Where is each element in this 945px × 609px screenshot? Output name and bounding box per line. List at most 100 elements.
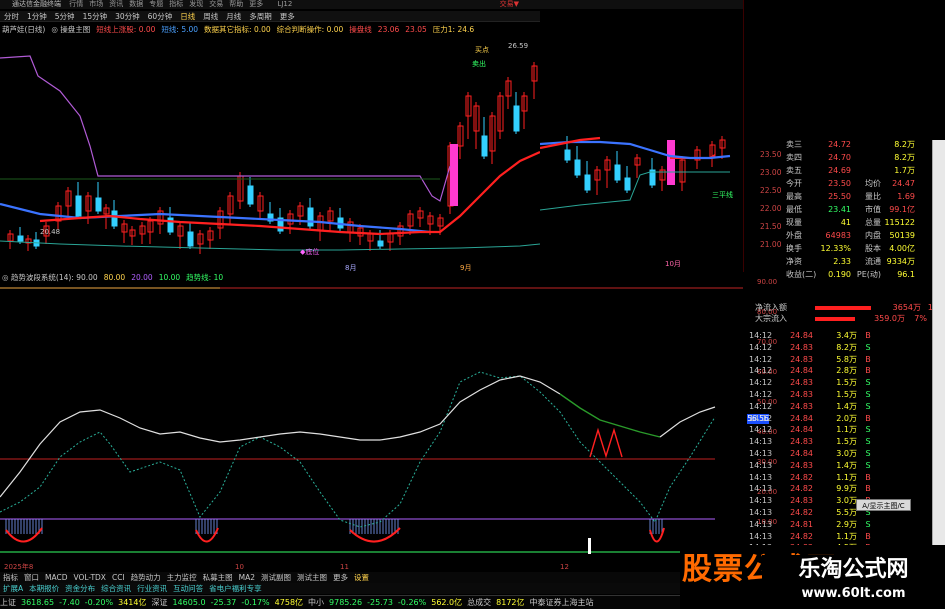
quote-label: 今开 [786,179,802,188]
candle-25 [247,185,254,205]
menu-item-8[interactable]: 帮助 [229,0,243,8]
info-tab-0[interactable]: 扩展A [0,584,26,593]
info-tab-3[interactable]: 综合资讯 [98,584,134,593]
app-title: 通达信金融终端 [12,0,61,8]
menu-item-6[interactable]: 发现 [189,0,203,8]
flow-row-1: 大宗流入 359.0万 7% [755,313,945,324]
candle-31 [307,207,314,227]
tick-time: 14:13 [749,484,773,494]
sub-axis-0: 90.00 [757,278,778,286]
quote-value-2: 1.69 [897,192,915,201]
menu-item-9[interactable]: 更多 [249,0,263,8]
quote-value: 24.69 [828,166,851,175]
quote-value-2: 1.7万 [894,166,915,175]
tick-price: 24.84 [790,413,813,423]
indicator-tab-8[interactable]: MA2 [236,573,258,582]
market-status-bar: 上证 3618.65 -7.40 -0.20% 3414亿 深证 14605.0 -25.37… [0,595,680,609]
tick-volume: 1.5万 [836,378,857,388]
quote-row-9: 净资 2.33 流通 9334万 [750,255,945,268]
menu-item-4[interactable]: 专题 [149,0,163,8]
toggle-main-chart-button[interactable]: A/显示主图/C [856,499,911,511]
tick-volume: 5.8万 [836,354,857,364]
flow-extra: 7% [914,314,927,323]
info-tab-5[interactable]: 互动问答 [170,584,206,593]
info-tab-6[interactable]: 省电户福利专享 [206,584,265,593]
info-tab-1[interactable]: 本期报价 [26,584,62,593]
tick-price: 24.83 [790,354,813,364]
indicator-tab-2[interactable]: MACD [42,573,70,582]
quote-row-3: 今开 23.50 均价 24.47 [750,177,945,190]
period-tab-8[interactable]: 月线 [222,11,245,21]
chart-continuation[interactable]: 三平线 10月 [540,130,740,272]
quote-label: 卖五 [786,166,802,175]
tick-time: 14:12 [749,389,773,399]
axis-date-aug: 8月 [345,264,356,272]
quote-label-2: 均价 [865,179,881,188]
period-tab-2[interactable]: 5分钟 [51,11,79,21]
tick-row-11: 14:13 24.83 1.4万 S [743,460,945,472]
status-item-3: -0.20% [84,598,114,607]
indicator-tab-12[interactable]: 设置 [351,573,372,582]
tick-side: S [865,425,871,435]
period-tab-1[interactable]: 1分钟 [23,11,51,21]
period-tab-4[interactable]: 30分钟 [111,11,144,21]
tick-price: 24.83 [790,389,813,399]
indicator-tab-6[interactable]: 主力监控 [164,573,200,582]
candle-9 [95,197,102,212]
tick-row-7: 14:12 24.84 2.0万 B [743,413,945,425]
period-tab-6[interactable]: 日线 [176,11,199,21]
oscillator-main-line-end [659,406,716,438]
vertical-scrollbar[interactable] [932,140,945,545]
period-tab-7[interactable]: 周线 [199,11,222,21]
menu-item-0[interactable]: 行情 [69,0,83,8]
menu-item-7[interactable]: 交易 [209,0,223,8]
quote-value-2: 24.47 [892,179,915,188]
blue-trend-line [0,202,431,234]
pink-signal-bar [450,144,458,206]
quote-value: 0.190 [828,270,851,279]
period-tab-0[interactable]: 分时 [0,11,23,21]
indicator-tab-0[interactable]: 指标 [0,573,21,582]
tick-row-17: 14:13 24.82 1.1万 B [743,531,945,543]
period-tab-9[interactable]: 多周期 [245,11,276,21]
quote-label: 外盘 [786,231,802,240]
indicator-tab-5[interactable]: 趋势动力 [128,573,164,582]
indicator-tab-7[interactable]: 私募主图 [200,573,236,582]
quote-value-2: 8.2万 [894,153,915,162]
period-tab-5[interactable]: 60分钟 [144,11,177,21]
candlestick-chart[interactable]: 20.48 26.59 ◆底位 买点 卖出 8月 9月 [0,36,540,272]
menu-item-1[interactable]: 市场 [89,0,103,8]
indicator-tab-9[interactable]: 测试副图 [258,573,294,582]
menu-item-5[interactable]: 指标 [169,0,183,8]
info-tab-2[interactable]: 资金分布 [62,584,98,593]
status-item-4: 3414亿 [118,598,147,607]
indicator-tab-10[interactable]: 测试主图 [294,573,330,582]
tick-time: 14:13 [749,507,773,517]
quote-label: 卖三 [786,140,802,149]
quote-value-2: 9334万 [886,257,915,266]
quote-value-2: 96.1 [897,270,915,279]
info-tab-4[interactable]: 行业资讯 [134,584,170,593]
indicator-tab-4[interactable]: CCI [109,573,128,582]
tick-volume: 3.0万 [836,496,857,506]
status-item-17: 中泰证券上海主站 [529,598,594,607]
indicator-tab-11[interactable]: 更多 [330,573,351,582]
tick-volume: 2.0万 [836,413,857,423]
main-indicator-legend: 葫芦娃(日线) ◎ 操盘主图 短线上涨股: 0.00 短线: 5.00 数据其它指标: … [2,24,480,36]
white-marker [588,538,591,554]
period-tab-10[interactable]: 更多 [276,11,299,21]
menu-item-3[interactable]: 数据 [129,0,143,8]
tick-volume: 1.1万 [836,531,857,541]
oscillator-chart[interactable] [0,272,743,562]
trade-menu[interactable]: 交易▼ [500,0,519,9]
indicator-tab-3[interactable]: VOL-TDX [70,573,108,582]
status-item-11: 9785.26 [329,598,363,607]
indicator-tab-1[interactable]: 窗口 [21,573,42,582]
menu-item-2[interactable]: 资讯 [109,0,123,8]
tick-side: B [865,413,871,423]
watermark-site-cn: 乐淘公式网 [798,557,909,582]
period-tab-3[interactable]: 15分钟 [79,11,112,21]
status-item-5: 深证 [151,598,168,607]
titlebar-extra: LJ12 [277,0,293,8]
status-item-2: -7.40 [59,598,80,607]
